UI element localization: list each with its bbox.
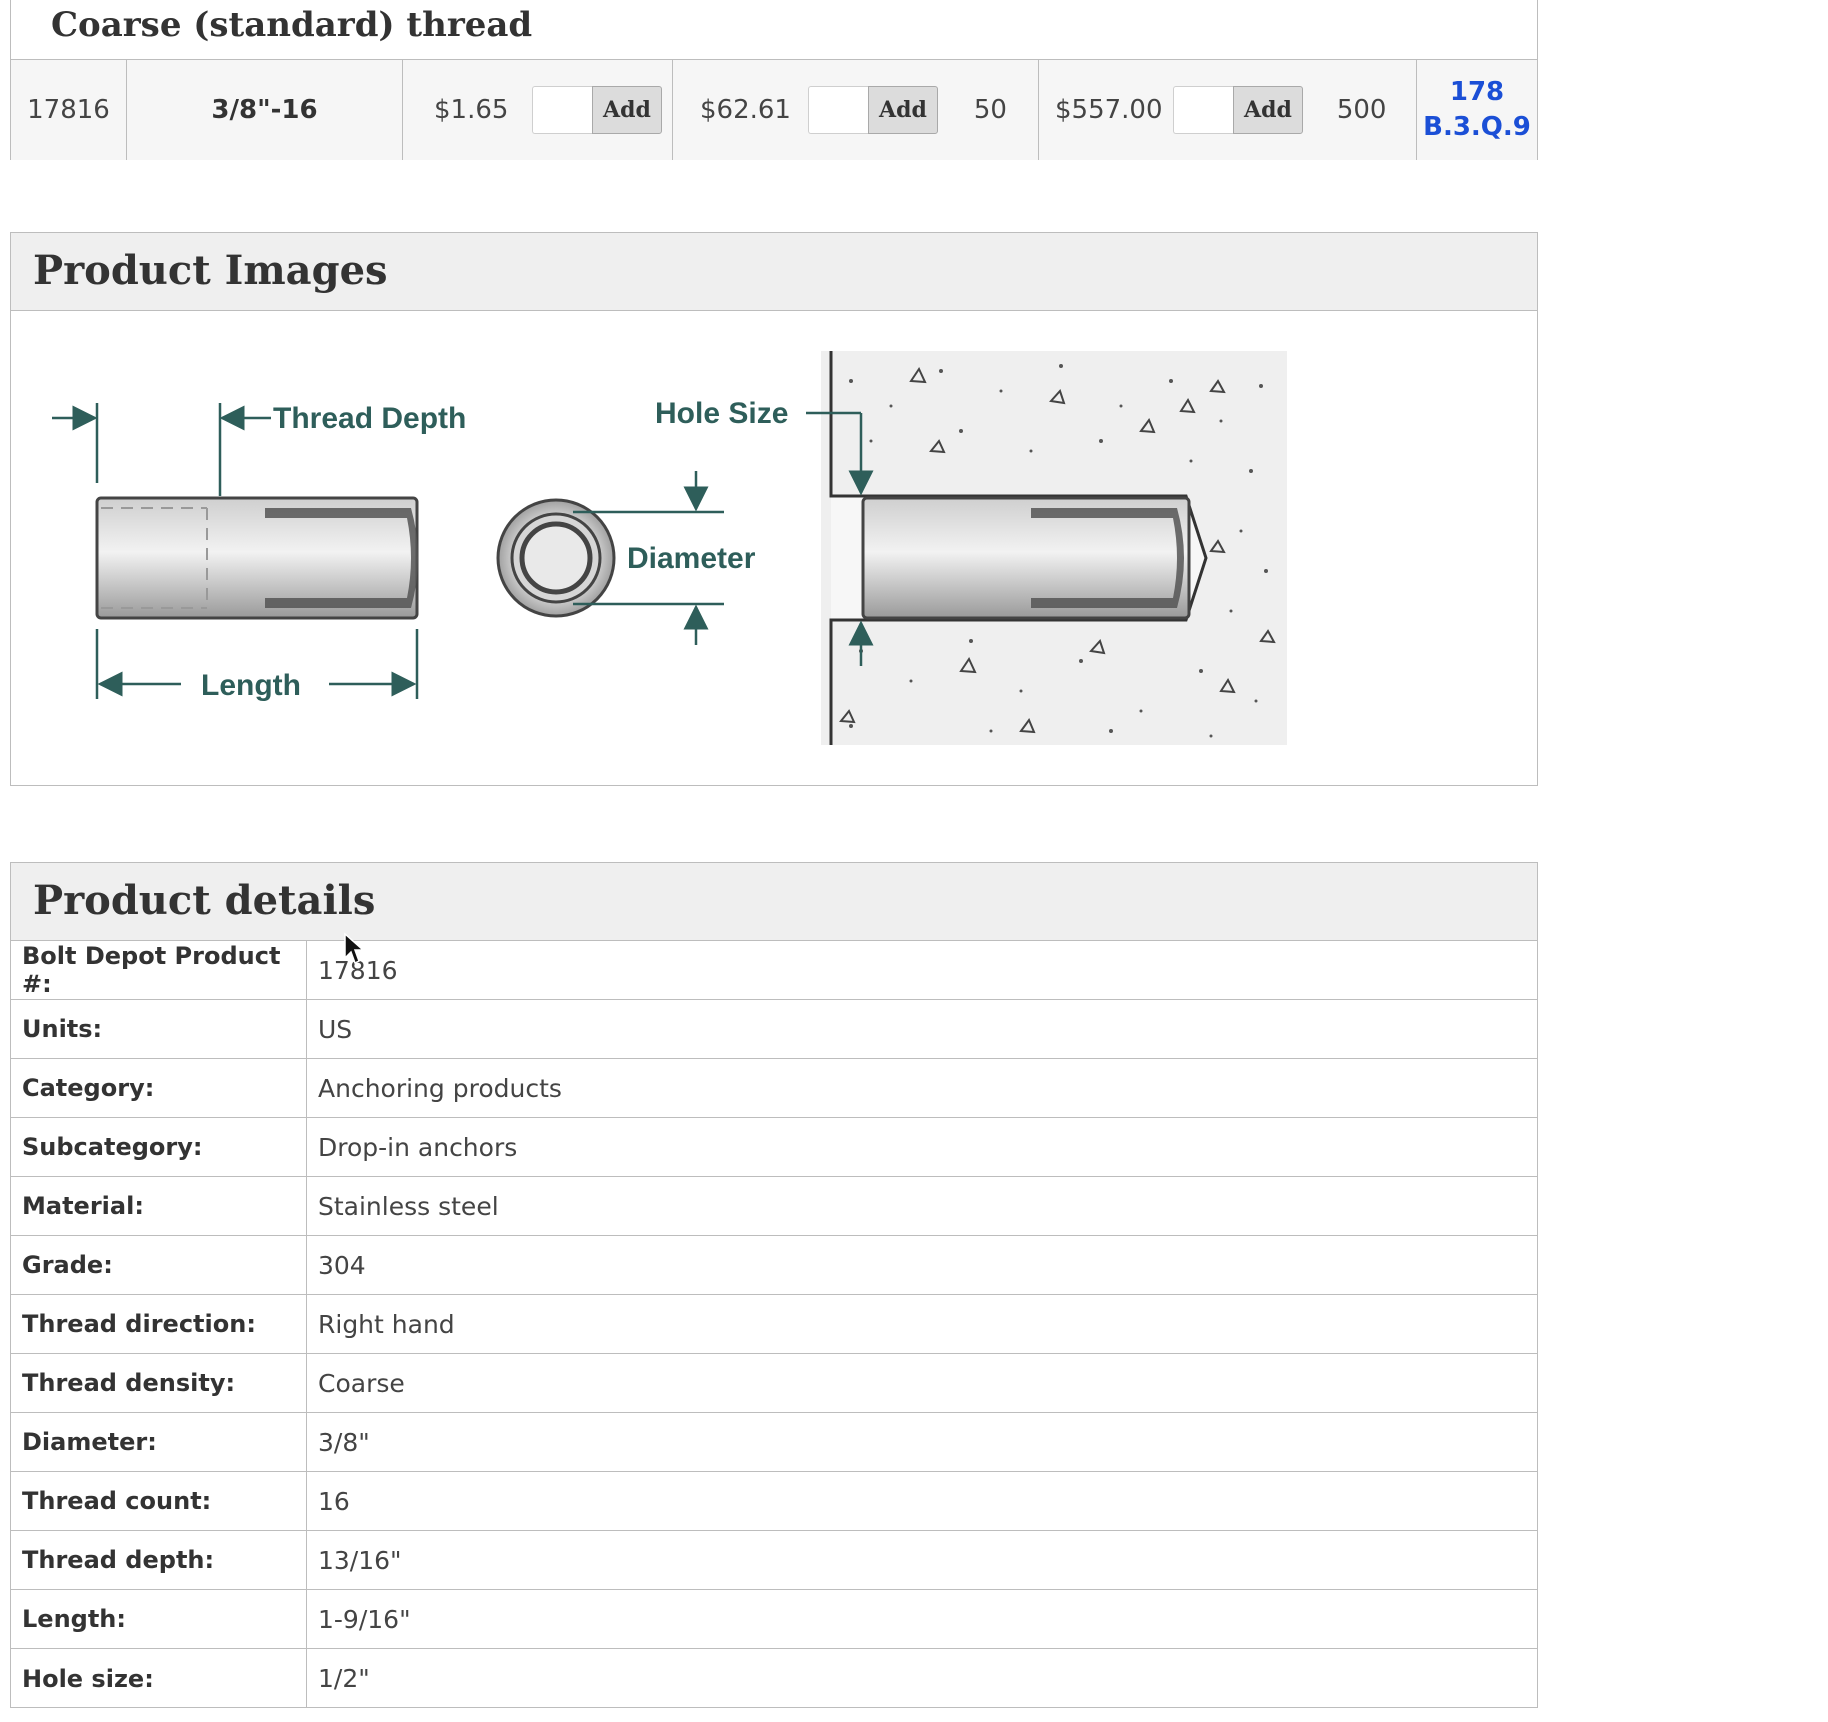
- detail-row: Length: 1-9/16": [11, 1590, 1537, 1649]
- detail-row: Thread direction: Right hand: [11, 1295, 1537, 1354]
- bin-location-line2[interactable]: B.3.Q.9: [1417, 110, 1537, 145]
- pack-qty-input[interactable]: [808, 86, 868, 134]
- bulk-price: $557.00: [1055, 95, 1163, 125]
- detail-value: Coarse: [318, 1368, 405, 1398]
- detail-label: Thread depth:: [11, 1531, 307, 1589]
- hole-size-label: Hole Size: [655, 397, 788, 430]
- detail-label: Category:: [11, 1059, 307, 1117]
- detail-label: Grade:: [11, 1236, 307, 1294]
- detail-row: Diameter: 3/8": [11, 1413, 1537, 1472]
- detail-value: 3/8": [318, 1427, 370, 1457]
- detail-label: Thread density:: [11, 1354, 307, 1412]
- installed-anchor-view: [821, 351, 1287, 745]
- bulk-qty: 500: [1336, 95, 1387, 125]
- size-value: 3/8"-16: [211, 95, 318, 125]
- detail-row: Thread density: Coarse: [11, 1354, 1537, 1413]
- unit-price-cell: $1.65 Add: [403, 60, 673, 160]
- product-number-cell: 17816: [11, 60, 127, 160]
- mouse-cursor-icon: [344, 932, 365, 965]
- detail-row: Grade: 304: [11, 1236, 1537, 1295]
- detail-label: Hole size:: [11, 1649, 307, 1708]
- detail-value: 16: [318, 1486, 350, 1516]
- detail-label: Diameter:: [11, 1413, 307, 1471]
- detail-value: Right hand: [318, 1309, 455, 1339]
- diameter-label: Diameter: [627, 542, 756, 575]
- detail-row: Subcategory: Drop-in anchors: [11, 1118, 1537, 1177]
- bulk-price-cell: $557.00 Add 500: [1039, 60, 1417, 160]
- thread-group-title: Coarse (standard) thread: [51, 5, 533, 45]
- detail-value: Drop-in anchors: [318, 1132, 518, 1162]
- product-details-title: Product details: [11, 863, 1537, 941]
- product-details-panel: Product details Bolt Depot Product #: 178…: [10, 862, 1538, 1708]
- pack-price: $62.61: [700, 95, 791, 125]
- anchor-side-view: [95, 496, 419, 620]
- detail-label: Material:: [11, 1177, 307, 1235]
- pack-qty: 50: [973, 95, 1007, 125]
- price-row: 17816 3/8"-16 $1.65 Add $62.61 Add 50 $5…: [11, 59, 1537, 160]
- bin-location-line1[interactable]: 178: [1417, 75, 1537, 110]
- price-table: Coarse (standard) thread 17816 3/8"-16 $…: [10, 0, 1538, 160]
- detail-label: Length:: [11, 1590, 307, 1648]
- product-images-title: Product Images: [11, 233, 1537, 311]
- add-unit-button[interactable]: Add: [592, 86, 662, 134]
- add-pack-button[interactable]: Add: [868, 86, 938, 134]
- unit-price: $1.65: [434, 95, 509, 125]
- detail-row: Thread depth: 13/16": [11, 1531, 1537, 1590]
- length-label: Length: [201, 669, 301, 702]
- bulk-qty-input[interactable]: [1173, 86, 1233, 134]
- detail-row: Material: Stainless steel: [11, 1177, 1537, 1236]
- thread-depth-label: Thread Depth: [273, 402, 466, 435]
- detail-row: Bolt Depot Product #: 17816: [11, 941, 1537, 1000]
- detail-value: 1-9/16": [318, 1604, 411, 1634]
- detail-value: Stainless steel: [318, 1191, 499, 1221]
- detail-value: 304: [318, 1250, 366, 1280]
- pack-price-cell: $62.61 Add 50: [673, 60, 1039, 160]
- detail-value: 1/2": [318, 1664, 370, 1693]
- add-bulk-button[interactable]: Add: [1233, 86, 1303, 134]
- detail-value: 17816: [318, 955, 398, 985]
- detail-value: US: [318, 1014, 353, 1044]
- detail-row: Units: US: [11, 1000, 1537, 1059]
- unit-qty-input[interactable]: [532, 86, 592, 134]
- bin-location-link[interactable]: 178 B.3.Q.9: [1417, 75, 1537, 145]
- details-table: Bolt Depot Product #: 17816 Units: US Catego…: [11, 941, 1537, 1708]
- detail-row: Hole size: 1/2": [11, 1649, 1537, 1708]
- detail-row: Category: Anchoring products: [11, 1059, 1537, 1118]
- product-images-panel: Product Images Thread Depth Length Diame…: [10, 232, 1538, 786]
- location-cell: 178 B.3.Q.9: [1417, 60, 1537, 160]
- detail-value: 13/16": [318, 1545, 402, 1575]
- detail-value: Anchoring products: [318, 1073, 562, 1103]
- detail-label: Thread direction:: [11, 1295, 307, 1353]
- anchor-end-view: [496, 498, 616, 618]
- detail-label: Subcategory:: [11, 1118, 307, 1176]
- size-cell: 3/8"-16: [127, 60, 403, 160]
- detail-label: Units:: [11, 1000, 307, 1058]
- product-number: 17816: [27, 95, 110, 125]
- detail-label: Bolt Depot Product #:: [11, 941, 307, 999]
- detail-row: Thread count: 16: [11, 1472, 1537, 1531]
- detail-label: Thread count:: [11, 1472, 307, 1530]
- anchor-dimension-diagram: Thread Depth Length Diameter Hole Size: [52, 351, 1287, 745]
